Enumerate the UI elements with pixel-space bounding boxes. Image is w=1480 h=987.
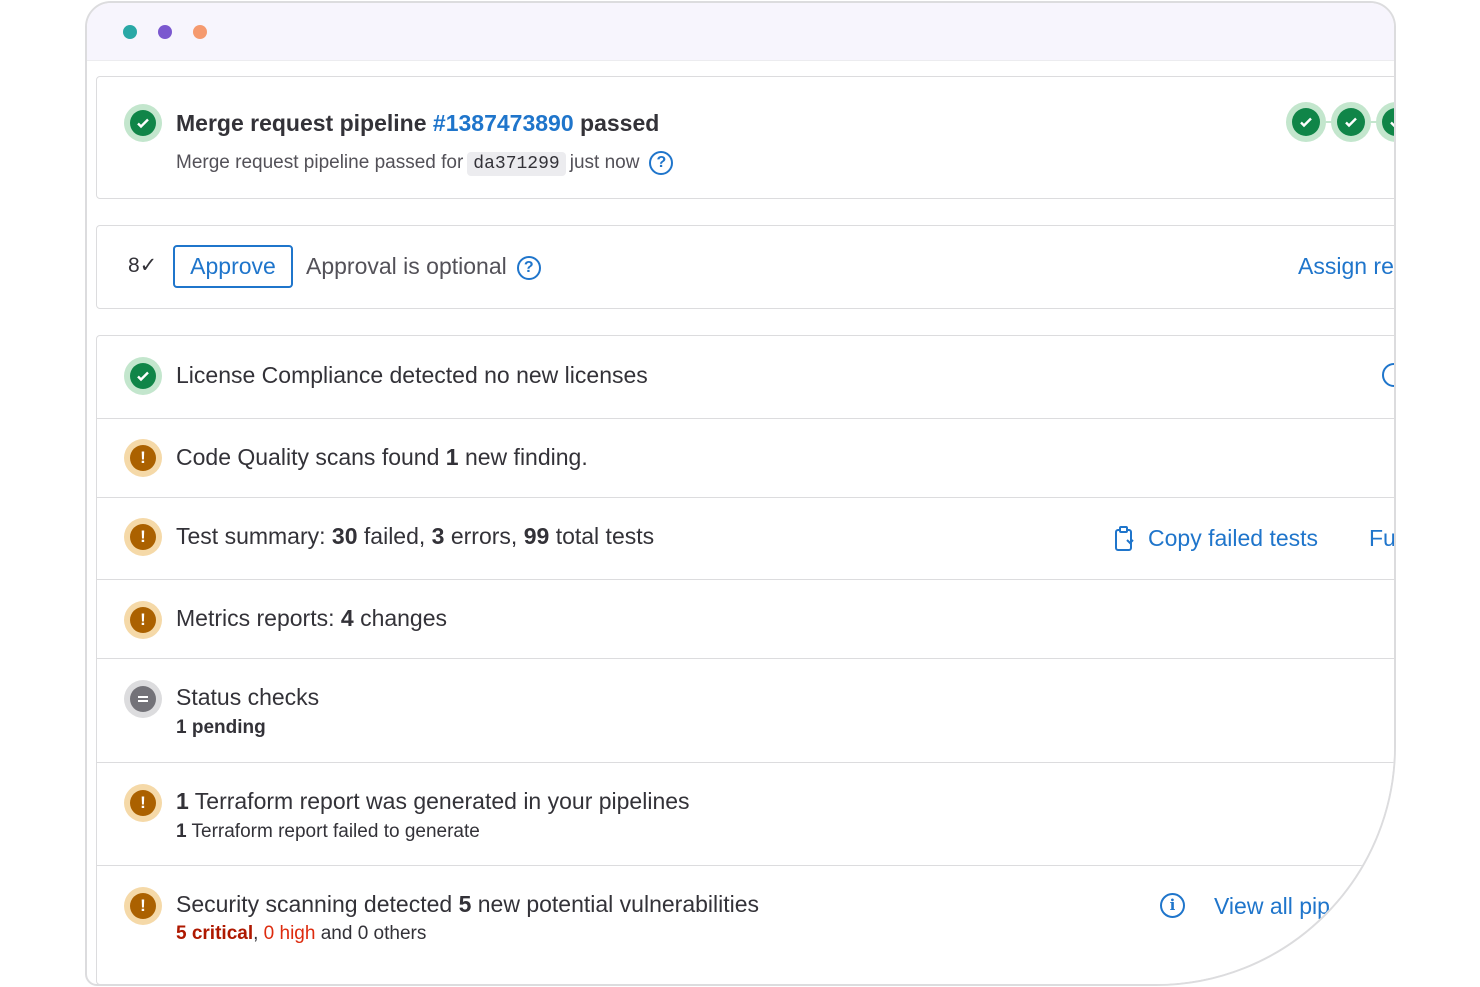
report-row-code-quality[interactable]: ! Code Quality scans found 1 new finding… [97, 419, 1394, 498]
pipeline-title-suffix: passed [580, 110, 660, 136]
test-summary-text: Test summary: 30 failed, 3 errors, 99 to… [176, 523, 654, 550]
security-title: Security scanning detected 5 new potenti… [176, 891, 759, 918]
success-status-icon [124, 357, 162, 395]
report-row-security[interactable]: ! Security scanning detected 5 new poten… [97, 866, 1394, 970]
security-critical-count: 5 critical [176, 923, 254, 944]
browser-window: Merge request pipeline #1387473890 passe… [85, 1, 1396, 986]
license-text: License Compliance detected no new licen… [176, 362, 648, 388]
warning-status-icon: ! [124, 887, 162, 925]
approvals-icon: 8✓ [128, 254, 158, 277]
info-icon[interactable] [1382, 363, 1394, 387]
pipeline-subtitle-suffix: just now [569, 152, 640, 174]
security-others: and 0 others [320, 923, 427, 944]
pending-status-icon [124, 680, 162, 718]
pipeline-title: Merge request pipeline #1387473890 passe… [176, 110, 659, 137]
copy-failed-tests-label: Copy failed tests [1148, 525, 1319, 551]
warning-status-icon: ! [124, 601, 162, 639]
security-high-count: 0 high [263, 923, 316, 944]
info-icon[interactable]: i [1160, 893, 1185, 918]
pipeline-card: Merge request pipeline #1387473890 passe… [96, 76, 1394, 199]
terraform-sub-suffix: Terraform report failed to generate [191, 821, 480, 842]
report-row-terraform[interactable]: ! 1 Terraform report was generated in yo… [97, 763, 1394, 866]
view-all-pipeline-findings-link[interactable]: View all pip [1214, 893, 1330, 920]
report-row-status-checks[interactable]: Status checks 1 pending [97, 659, 1394, 763]
approval-card: 8✓ Approve Approval is optional? Assign … [96, 225, 1394, 309]
warning-status-icon: ! [124, 518, 162, 556]
approve-button[interactable]: Approve [173, 245, 293, 288]
status-checks-title: Status checks [176, 684, 320, 710]
report-row-tests[interactable]: ! Test summary: 30 failed, 3 errors, 99 … [97, 498, 1394, 580]
pipeline-subtitle: Merge request pipeline passed for da37129… [176, 151, 674, 177]
window-dot-purple [158, 25, 172, 39]
help-icon[interactable]: ? [516, 255, 541, 280]
code-quality-text: Code Quality scans found 1 new finding. [176, 444, 588, 471]
stage-success-icon[interactable] [1376, 102, 1394, 142]
assign-reviewers-link[interactable]: Assign re [1298, 253, 1394, 280]
stage-success-icon[interactable] [1286, 102, 1326, 142]
help-icon[interactable]: ? [649, 151, 674, 175]
terraform-subtitle: 1 Terraform report failed to generate [176, 821, 480, 843]
status-checks-pending: 1 pending [176, 717, 266, 738]
security-subtitle: 5 critical, 0 high and 0 others [176, 923, 426, 945]
pipeline-id-link[interactable]: #1387473890 [433, 110, 574, 136]
reports-card: License Compliance detected no new licen… [96, 335, 1394, 984]
tests-errors-label: errors, [450, 523, 518, 549]
security-separator: , [253, 923, 259, 944]
clipboard-icon [1115, 526, 1134, 551]
approval-optional-text: Approval is optional [306, 253, 507, 279]
metrics-count: 4 [340, 605, 354, 631]
tests-errors-count: 3 [431, 523, 445, 549]
test-summary-label: Test summary: [176, 523, 326, 549]
security-prefix: Security scanning detected [176, 891, 453, 917]
tests-failed-label: failed, [363, 523, 426, 549]
pipeline-subtitle-prefix: Merge request pipeline passed for [176, 152, 464, 174]
stage-success-icon[interactable] [1331, 102, 1371, 142]
code-quality-suffix: new finding. [464, 444, 588, 470]
window-dot-teal [123, 25, 137, 39]
metrics-text: Metrics reports: 4 changes [176, 605, 447, 632]
tests-total-label: total tests [555, 523, 655, 549]
terraform-count: 1 [176, 788, 189, 814]
tests-total-count: 99 [523, 523, 550, 549]
pipeline-title-prefix: Merge request pipeline [176, 110, 427, 136]
tests-failed-count: 30 [331, 523, 358, 549]
full-report-link[interactable]: Fu [1369, 525, 1394, 552]
pipeline-success-icon [124, 104, 162, 142]
commit-sha[interactable]: da371299 [467, 152, 566, 177]
window-dot-orange [193, 25, 207, 39]
security-suffix: new potential vulnerabilities [477, 891, 760, 917]
warning-status-icon: ! [124, 439, 162, 477]
terraform-title: 1 Terraform report was generated in your… [176, 788, 690, 815]
report-row-metrics[interactable]: ! Metrics reports: 4 changes [97, 580, 1394, 659]
warning-status-icon: ! [124, 784, 162, 822]
approval-optional: Approval is optional? [306, 253, 541, 280]
metrics-suffix: changes [360, 605, 448, 631]
code-quality-prefix: Code Quality scans found [176, 444, 440, 470]
terraform-title-suffix: Terraform report was generated in your p… [194, 788, 690, 814]
security-count: 5 [458, 891, 472, 917]
metrics-label: Metrics reports: [176, 605, 335, 631]
report-row-license[interactable]: License Compliance detected no new licen… [97, 336, 1394, 419]
code-quality-count: 1 [445, 444, 459, 470]
terraform-sub-count: 1 [176, 821, 187, 842]
window-titlebar [87, 3, 1394, 61]
